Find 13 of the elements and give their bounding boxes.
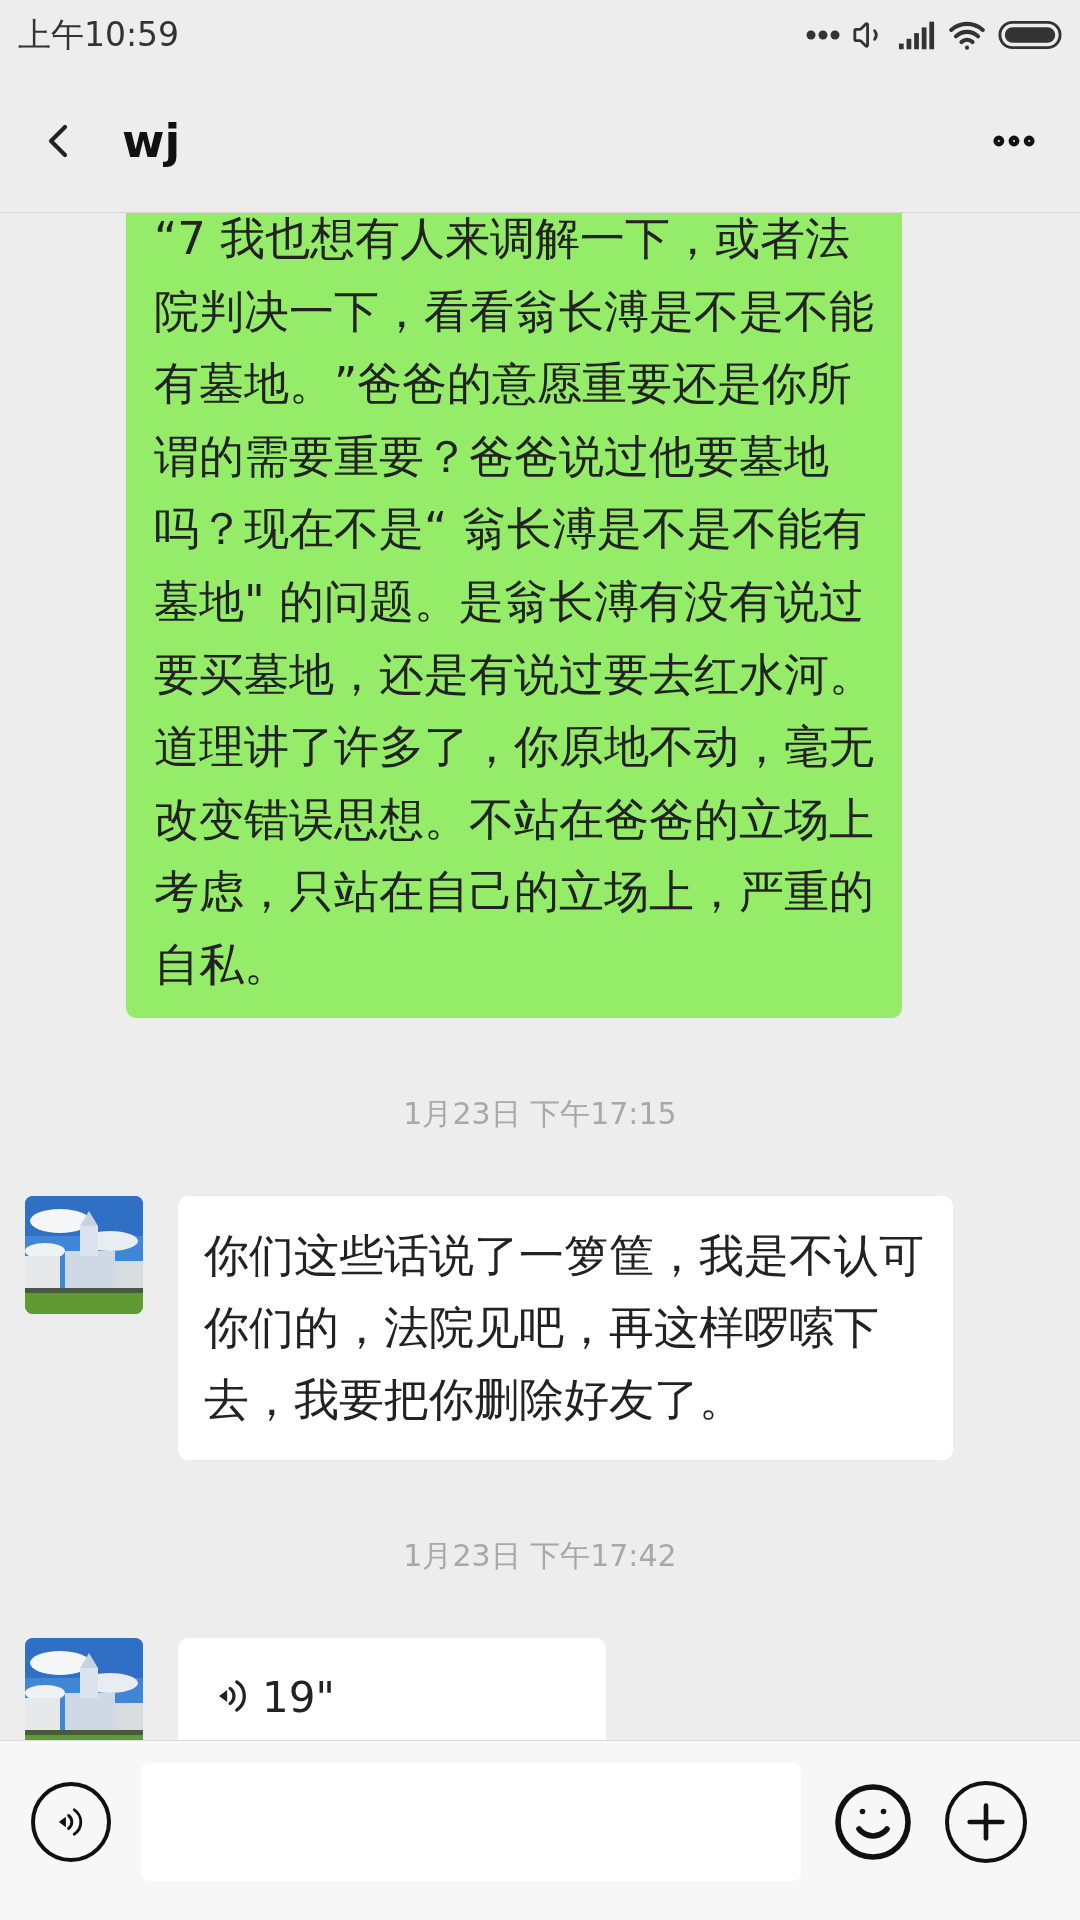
message-bubble: “7 我也想有人来调解一下，或者法院判决一下，看看翁长溥是不是不能有墓地。”爸爸的意愿重要还是你所谓的需要重要？爸爸说过他要墓地吗？现在不是“ 翁长溥是不是不能有墓地" 的问题。是翁长溥有没有说过要买墓地，还是有说过要去红水河。道理讲了许多了，你原地不动，毫无改变错误思想。不站在爸爸的立场上考虑，只站在自己的立场上，严重的自私。 xyxy=(126,213,902,1018)
battery-icon xyxy=(998,20,1062,50)
voice-duration: 19" xyxy=(262,1675,335,1720)
voice-message-bubble[interactable]: 19" xyxy=(178,1637,606,1740)
status-time: 上午10:59 xyxy=(18,14,180,57)
more-dots-icon xyxy=(806,30,840,40)
timestamp: 1月23日 下午17:42 xyxy=(403,1536,677,1575)
voice-input-button[interactable] xyxy=(31,1782,111,1862)
add-button[interactable] xyxy=(945,1781,1027,1863)
signal-icon xyxy=(898,20,936,50)
chat-title: wj xyxy=(122,112,181,170)
timestamp: 1月23日 下午17:15 xyxy=(403,1094,677,1133)
message-bubble: 你们这些话说了一箩筐，我是不认可你们的，法院见吧，再这样啰嗦下去，我要把你删除好友了。 xyxy=(178,1195,953,1460)
